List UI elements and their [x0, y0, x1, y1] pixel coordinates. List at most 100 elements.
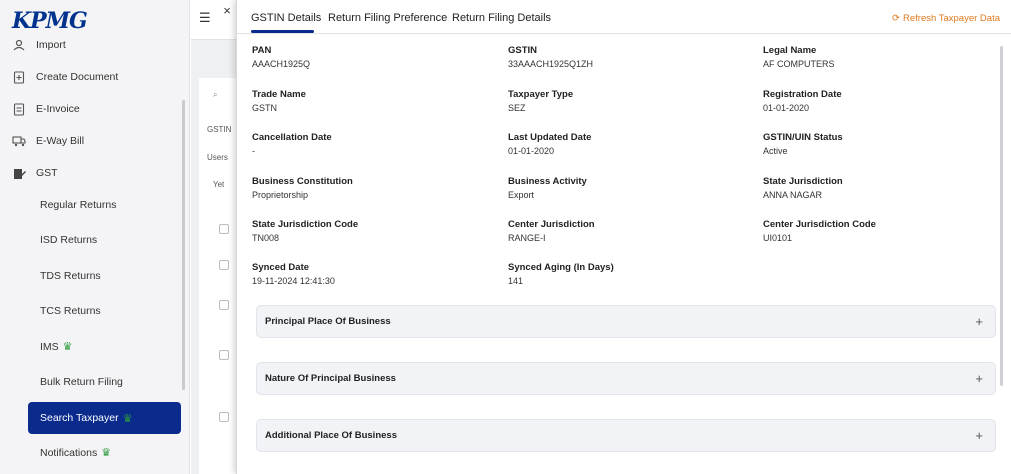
sidebar-item-label: E-Invoice — [36, 103, 80, 115]
field-taxpayer-type: Taxpayer Type SEZ — [508, 89, 573, 113]
field-registration-date: Registration Date 01-01-2020 — [763, 89, 842, 113]
tab-return-filing-preference[interactable]: Return Filing Preference — [328, 12, 447, 24]
refresh-icon: ⟳ — [892, 13, 900, 24]
sidebar-item-search-taxpayer[interactable]: Search Taxpayer ♛ — [28, 402, 181, 434]
field-center-jurisdiction-code: Center Jurisdiction Code UI0101 — [763, 219, 876, 243]
import-icon — [12, 38, 26, 52]
field-business-activity: Business Activity Export — [508, 176, 587, 200]
sidebar-item-label: Create Document — [36, 71, 119, 83]
sidebar-item-bulk-return-filing[interactable]: Bulk Return Filing — [40, 376, 123, 388]
sidebar-item-label: Notifications — [40, 447, 98, 459]
field-value: - — [252, 146, 255, 156]
sidebar-item-label: IMS — [40, 341, 59, 353]
refresh-label: Refresh Taxpayer Data — [903, 13, 1000, 24]
sidebar-item-label: E-Way Bill — [36, 135, 85, 147]
tab-gstin-details[interactable]: GSTIN Details — [251, 12, 321, 24]
sidebar-item-notifications[interactable]: Notifications ♛ — [40, 446, 111, 459]
sidebar-item-ims[interactable]: IMS ♛ — [40, 340, 73, 353]
hamburger-menu-icon[interactable]: ☰ — [199, 10, 211, 26]
kpmg-logo: KPMG — [12, 8, 88, 34]
row-checkbox[interactable] — [219, 300, 229, 310]
field-label: Business Activity — [508, 176, 587, 187]
field-value: GSTN — [252, 103, 278, 113]
accordion-title: Nature Of Principal Business — [265, 373, 396, 384]
field-label: Synced Date — [252, 262, 310, 273]
field-trade-name: Trade Name GSTN — [252, 89, 306, 113]
field-label: Registration Date — [763, 89, 842, 100]
sidebar-item-label: Search Taxpayer — [40, 412, 119, 424]
expand-plus-icon[interactable]: + — [975, 314, 983, 329]
field-value: TN008 — [252, 233, 280, 243]
search-icon: ⌕ — [213, 90, 218, 99]
field-label: State Jurisdiction Code — [252, 219, 359, 230]
expand-plus-icon[interactable]: + — [975, 428, 983, 443]
row-checkbox[interactable] — [219, 224, 229, 234]
sidebar-item-label: Import — [36, 39, 66, 51]
field-label: Trade Name — [252, 89, 306, 100]
field-label: Legal Name — [763, 45, 817, 56]
invoice-icon — [12, 102, 26, 116]
background-card: ⌕ GSTIN Users Yet — [199, 78, 239, 474]
field-label: Synced Aging (In Days) — [508, 262, 614, 273]
tab-return-filing-details[interactable]: Return Filing Details — [452, 12, 551, 24]
field-value: AAACH1925Q — [252, 59, 311, 69]
field-value: UI0101 — [763, 233, 793, 243]
row-checkbox[interactable] — [219, 412, 229, 422]
sidebar-item-label: GST — [36, 167, 58, 179]
field-value: Export — [508, 190, 535, 200]
sidebar-item-import[interactable]: Import — [12, 38, 66, 52]
sidebar-item-e-way-bill[interactable]: E-Way Bill — [12, 134, 84, 148]
field-value: Active — [763, 146, 788, 156]
truck-icon — [12, 134, 26, 148]
field-label: Cancellation Date — [252, 132, 332, 143]
active-tab-indicator — [251, 30, 314, 33]
field-last-updated-date: Last Updated Date 01-01-2020 — [508, 132, 591, 156]
sidebar-item-e-invoice[interactable]: E-Invoice — [12, 102, 80, 116]
accordion-title: Principal Place Of Business — [265, 316, 391, 327]
field-gstin-uin-status: GSTIN/UIN Status Active — [763, 132, 843, 156]
field-pan: PAN AAACH1925Q — [252, 45, 310, 69]
field-cancellation-date: Cancellation Date - — [252, 132, 332, 156]
field-label: State Jurisdiction — [763, 176, 843, 187]
field-label: Center Jurisdiction Code — [763, 219, 876, 230]
field-label: Center Jurisdiction — [508, 219, 595, 230]
field-center-jurisdiction: Center Jurisdiction RANGE-I — [508, 219, 595, 243]
field-value: 141 — [508, 276, 524, 286]
sidebar-item-tds-returns[interactable]: TDS Returns — [40, 270, 101, 282]
expand-plus-icon[interactable]: + — [975, 371, 983, 386]
sidebar-item-create-document[interactable]: Create Document — [12, 70, 118, 84]
taxpayer-details-panel: GSTIN Details Return Filing Preference R… — [236, 0, 1011, 474]
sidebar-item-gst[interactable]: GST — [12, 166, 58, 180]
field-value: ANNA NAGAR — [763, 190, 823, 200]
field-state-jurisdiction: State Jurisdiction ANNA NAGAR — [763, 176, 843, 200]
sidebar-item-regular-returns[interactable]: Regular Returns — [40, 199, 116, 211]
document-plus-icon — [12, 70, 26, 84]
field-value: 01-01-2020 — [508, 146, 555, 156]
tab-bar: GSTIN Details Return Filing Preference R… — [237, 0, 1011, 34]
field-synced-date: Synced Date 19-11-2024 12:41:30 — [252, 262, 335, 286]
field-state-jurisdiction-code: State Jurisdiction Code TN008 — [252, 219, 358, 243]
panel-scrollbar[interactable] — [1000, 46, 1003, 386]
refresh-taxpayer-data-button[interactable]: ⟳ Refresh Taxpayer Data — [892, 13, 1000, 24]
crown-icon: ♛ — [101, 447, 112, 459]
sidebar-scrollbar[interactable] — [182, 100, 185, 390]
field-value: SEZ — [508, 103, 526, 113]
close-panel-button[interactable]: × — [219, 4, 235, 18]
sidebar-item-tcs-returns[interactable]: TCS Returns — [40, 305, 101, 317]
field-label: Taxpayer Type — [508, 89, 574, 100]
accordion-nature-of-principal-business[interactable]: Nature Of Principal Business + — [256, 362, 996, 395]
crown-icon: ♛ — [62, 341, 73, 353]
field-label: GSTIN — [508, 45, 538, 56]
field-synced-aging: Synced Aging (In Days) 141 — [508, 262, 614, 286]
accordion-title: Additional Place Of Business — [265, 430, 397, 441]
accordion-principal-place-of-business[interactable]: Principal Place Of Business + — [256, 305, 996, 338]
field-gstin: GSTIN 33AAACH1925Q1ZH — [508, 45, 593, 69]
row-checkbox[interactable] — [219, 350, 229, 360]
accordion-additional-place-of-business[interactable]: Additional Place Of Business + — [256, 419, 996, 452]
field-value: 33AAACH1925Q1ZH — [508, 59, 594, 69]
field-business-constitution: Business Constitution Proprietorship — [252, 176, 353, 200]
gstin-label: GSTIN — [207, 125, 232, 134]
row-checkbox[interactable] — [219, 260, 229, 270]
sidebar-item-isd-returns[interactable]: ISD Returns — [40, 234, 97, 246]
field-value: 19-11-2024 12:41:30 — [252, 276, 335, 286]
